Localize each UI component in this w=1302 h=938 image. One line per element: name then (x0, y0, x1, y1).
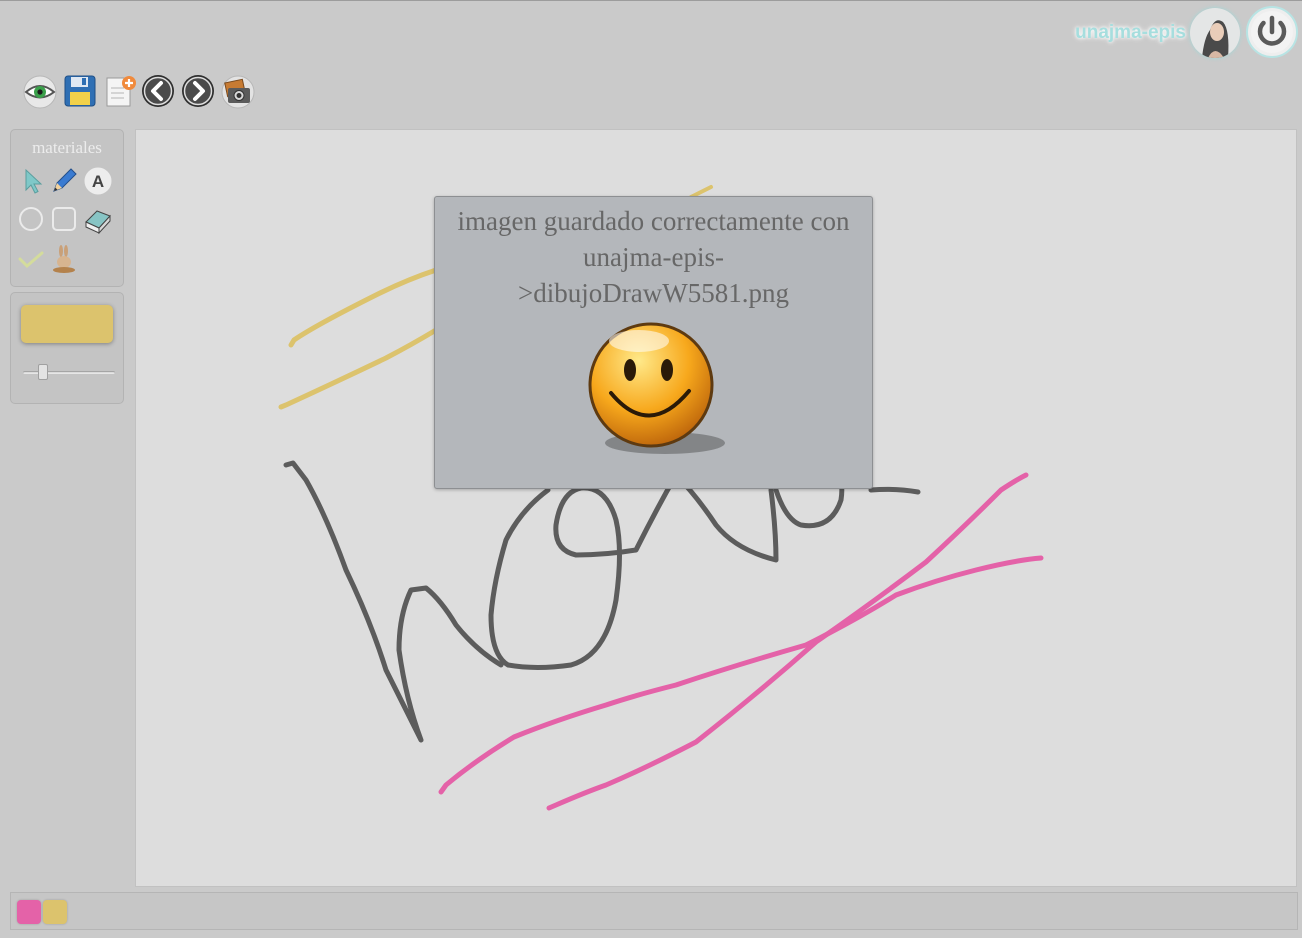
brush-size-slider[interactable] (37, 364, 48, 380)
back-arrow-icon (142, 75, 174, 107)
materials-title: materiales (32, 138, 102, 157)
materials-panel: materiales A (10, 129, 124, 287)
text-tool[interactable]: A (83, 166, 113, 196)
pencil-tool[interactable] (49, 166, 79, 196)
bunny-icon (53, 245, 75, 273)
palette-swatch-yellow[interactable] (43, 900, 67, 924)
save-floppy-icon (64, 75, 96, 107)
stamp-tool[interactable] (49, 244, 79, 274)
pink-stroke-2 (546, 472, 1029, 811)
redo-button[interactable] (180, 73, 216, 109)
pointer-icon (25, 168, 43, 194)
yellow-stroke-2 (278, 327, 439, 410)
smiley-face-icon (585, 321, 735, 461)
circle-icon (19, 207, 43, 231)
snapshot-button[interactable] (220, 73, 256, 109)
new-document-icon (106, 76, 136, 107)
save-button[interactable] (62, 73, 98, 109)
camera-photo-icon (221, 75, 255, 109)
color-palette-bar (10, 892, 1298, 930)
brush-size-track[interactable] (23, 371, 115, 374)
power-icon (1251, 11, 1293, 53)
power-button[interactable] (1246, 6, 1298, 58)
check-tool[interactable] (16, 244, 46, 274)
color-size-panel (10, 292, 124, 404)
circle-tool[interactable] (16, 204, 46, 234)
new-document-button[interactable] (102, 73, 138, 109)
check-icon (18, 251, 44, 269)
top-border-line (0, 0, 1302, 1)
yellow-stroke-1 (288, 267, 439, 348)
rectangle-icon (52, 207, 76, 231)
eye-icon (23, 75, 57, 109)
preview-button[interactable] (22, 73, 58, 109)
current-color-swatch[interactable] (21, 305, 113, 343)
undo-button[interactable] (140, 73, 176, 109)
dark-stroke-o (488, 472, 779, 670)
select-tool[interactable] (17, 166, 47, 196)
text-a-icon: A (83, 166, 113, 196)
dialog-message: imagen guardado correctamente con unajma… (457, 206, 850, 308)
eraser-icon (85, 210, 111, 235)
user-avatar-icon[interactable] (1190, 8, 1240, 58)
pencil-icon (53, 168, 77, 192)
save-confirmation-dialog: imagen guardado correctamente con unajma… (434, 196, 873, 489)
username-label[interactable]: unajma-epis (1062, 20, 1186, 46)
rectangle-tool[interactable] (49, 204, 79, 234)
palette-swatch-pink[interactable] (17, 900, 41, 924)
pink-stroke-1 (438, 555, 1044, 795)
dark-stroke-w (283, 460, 504, 743)
eraser-tool[interactable] (83, 204, 113, 235)
svg-text:A: A (92, 172, 104, 191)
forward-arrow-icon (182, 75, 214, 107)
